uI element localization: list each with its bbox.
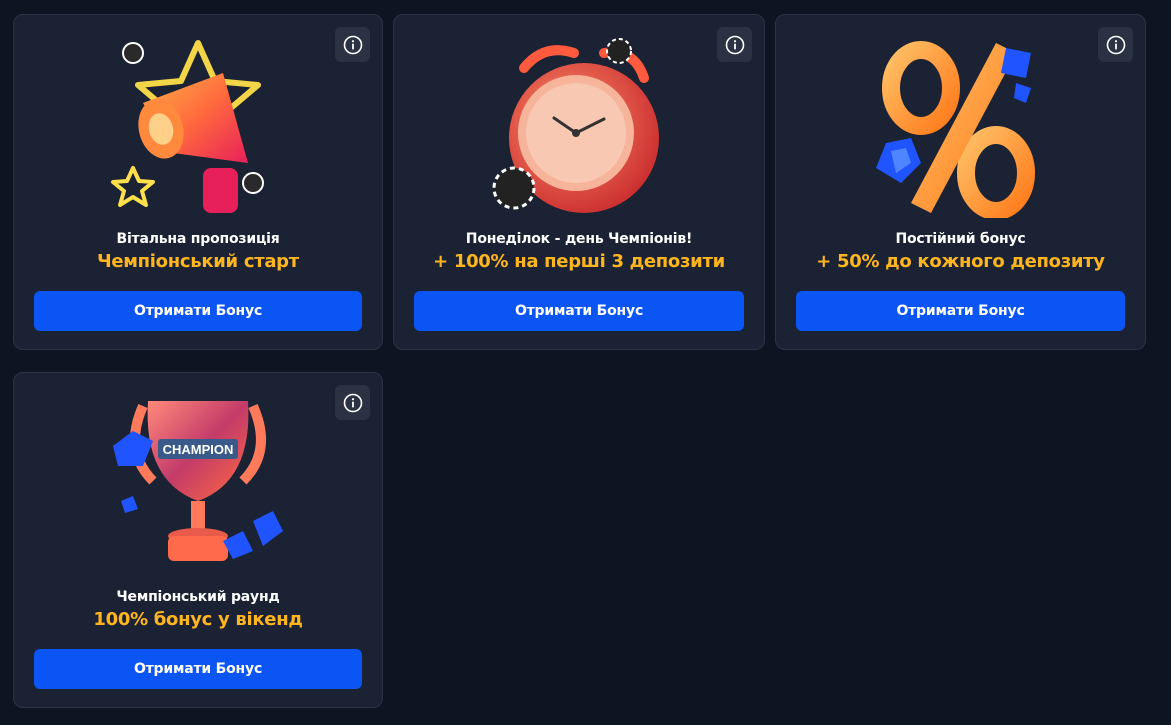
info-icon [1106, 35, 1125, 54]
trophy-text: CHAMPION [163, 442, 234, 457]
card-title: 100% бонус у вікенд [93, 609, 303, 630]
bonus-card-weekend: CHAMPION Чемпіонський раунд 100% бонус у… [13, 372, 383, 708]
bonus-grid: Вітальна пропозиція Чемпіонський старт О… [0, 0, 1171, 725]
card-subtitle: Постійний бонус [895, 231, 1026, 247]
alarm-clock-icon [484, 33, 674, 218]
info-icon [343, 35, 362, 54]
info-icon [343, 393, 362, 412]
get-bonus-button[interactable]: Отримати Бонус [34, 291, 362, 331]
card-subtitle: Чемпіонський раунд [116, 589, 280, 605]
get-bonus-button[interactable]: Отримати Бонус [414, 291, 744, 331]
trophy-icon: CHAMPION [103, 391, 293, 576]
card-subtitle: Понеділок - день Чемпіонів! [465, 231, 693, 247]
card-title: + 50% до кожного депозиту [816, 251, 1105, 272]
card-title: Чемпіонський старт [97, 251, 299, 272]
megaphone-icon [103, 33, 293, 218]
card-subtitle: Вітальна пропозиція [116, 231, 280, 247]
percent-icon [866, 33, 1056, 218]
get-bonus-button[interactable]: Отримати Бонус [34, 649, 362, 689]
card-title: + 100% на перші 3 депозити [433, 251, 725, 272]
info-button[interactable] [335, 385, 370, 420]
bonus-card-welcome: Вітальна пропозиція Чемпіонський старт О… [13, 14, 383, 350]
info-button[interactable] [717, 27, 752, 62]
get-bonus-button[interactable]: Отримати Бонус [796, 291, 1125, 331]
bonus-card-permanent: Постійний бонус + 50% до кожного депозит… [775, 14, 1146, 350]
info-icon [725, 35, 744, 54]
info-button[interactable] [1098, 27, 1133, 62]
bonus-card-monday: Понеділок - день Чемпіонів! + 100% на пе… [393, 14, 765, 350]
info-button[interactable] [335, 27, 370, 62]
